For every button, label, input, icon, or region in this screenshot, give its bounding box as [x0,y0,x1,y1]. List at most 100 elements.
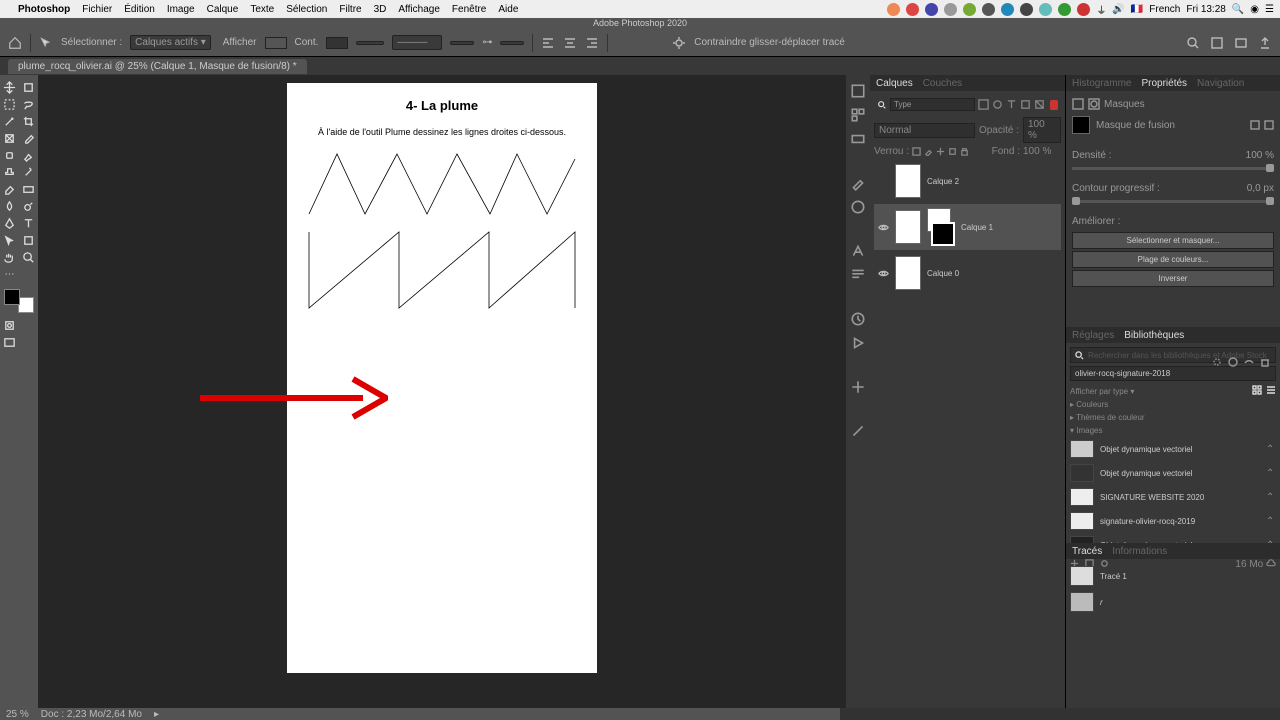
shape-tool[interactable] [19,232,38,249]
dodge-tool[interactable] [19,198,38,215]
status-icon[interactable] [1039,3,1052,16]
w-field[interactable] [450,41,474,45]
lib-current[interactable]: olivier-rocq-signature-2018 [1070,366,1276,381]
status-icon[interactable] [944,3,957,16]
lib-item[interactable]: Objet dynamique vectoriel⌃ [1070,437,1276,461]
lib-item[interactable]: SIGNATURE WEBSITE 2020⌃ [1070,485,1276,509]
history-brush-tool[interactable] [19,164,38,181]
path-item[interactable]: r [1070,589,1276,615]
filter-image-icon[interactable] [978,99,989,110]
vector-mask-icon[interactable] [1088,98,1100,110]
menu-layer[interactable]: Calque [207,4,239,15]
filter-toggle[interactable] [1050,100,1058,110]
filter-smart-icon[interactable] [1034,99,1045,110]
frame-tool[interactable] [0,130,19,147]
density-slider[interactable] [1072,167,1274,170]
swatches-panel-icon[interactable] [850,107,866,123]
notif-icon[interactable]: ☰ [1265,4,1274,15]
search-icon[interactable] [1186,36,1200,50]
tab-bibliotheques[interactable]: Bibliothèques [1124,330,1184,341]
eyedrop-tool[interactable] [19,130,38,147]
tab-histogram[interactable]: Histogramme [1072,78,1131,89]
eye-icon[interactable] [878,268,889,279]
fill-field[interactable]: 100 % [1023,146,1061,157]
tab-channels[interactable]: Couches [923,78,962,89]
lib-group-images[interactable]: ▾ Images [1070,424,1276,437]
opacity-field[interactable]: 100 % [1023,117,1061,143]
path-name[interactable]: Tracé 1 [1100,572,1127,581]
lock-trans-icon[interactable] [912,147,921,156]
align-right-icon[interactable] [585,36,599,50]
blur-tool[interactable] [0,198,19,215]
para-panel-icon[interactable] [850,267,866,283]
move-tool[interactable] [0,79,19,96]
filter-shape-icon[interactable] [1020,99,1031,110]
path-select-tool[interactable] [0,232,19,249]
add-pixel-mask-icon[interactable] [1250,120,1260,130]
tab-info[interactable]: Informations [1112,546,1167,557]
lang-flag[interactable]: 🇫🇷 [1131,4,1143,15]
siri-icon[interactable]: ◉ [1250,4,1259,15]
eye-icon[interactable] [878,222,889,233]
menu-3d[interactable]: 3D [374,4,387,15]
actions-panel-icon[interactable] [850,335,866,351]
zoom-tool[interactable] [19,249,38,266]
document-tab[interactable]: plume_rocq_olivier.ai @ 25% (Calque 1, M… [8,59,307,74]
type-tool[interactable] [19,215,38,232]
invert-button[interactable]: Inverser [1072,270,1274,287]
zoom-value[interactable]: 25 % [6,709,29,720]
apply-mask-icon[interactable] [1228,357,1238,367]
doc-size[interactable]: Doc : 2,23 Mo/2,64 Mo [41,709,142,720]
status-icon[interactable] [1001,3,1014,16]
screen-mode[interactable] [0,334,19,351]
status-icon[interactable] [1058,3,1071,16]
volume-icon[interactable]: 🔊 [1112,4,1124,15]
wand-tool[interactable] [0,113,19,130]
menu-view[interactable]: Affichage [398,4,440,15]
clone-panel-icon[interactable] [850,423,866,439]
layer-name[interactable]: Calque 2 [927,177,959,186]
layer-item[interactable]: Calque 2 [874,160,1061,202]
app-name[interactable]: Photoshop [18,4,70,15]
status-icon[interactable] [906,3,919,16]
history-panel-icon[interactable] [850,311,866,327]
blend-mode[interactable]: Normal [874,123,975,138]
path-select-icon[interactable] [39,36,53,50]
clock[interactable]: Fri 13:28 [1186,4,1225,15]
layer-name[interactable]: Calque 0 [927,269,959,278]
tab-navigation[interactable]: Navigation [1197,78,1244,89]
menu-select[interactable]: Sélection [286,4,327,15]
load-sel-icon[interactable] [1212,357,1222,367]
lib-filter[interactable]: Afficher par type ▾ [1070,385,1134,398]
brush-tool[interactable] [19,147,38,164]
tab-paths[interactable]: Tracés [1072,546,1102,557]
menu-window[interactable]: Fenêtre [452,4,486,15]
select-mask-button[interactable]: Sélectionner et masquer... [1072,232,1274,249]
layer-name[interactable]: Calque 1 [961,223,993,232]
color-panel-icon[interactable] [850,83,866,99]
lock-paint-icon[interactable] [924,147,933,156]
status-icon[interactable] [982,3,995,16]
crop-tool[interactable] [19,113,38,130]
status-icon[interactable] [963,3,976,16]
menu-filter[interactable]: Filtre [339,4,361,15]
status-icon[interactable] [925,3,938,16]
lock-nest-icon[interactable] [948,147,957,156]
artboard-tool[interactable] [19,79,38,96]
quick-mask[interactable] [0,317,19,334]
search-icon[interactable] [877,100,887,110]
feather-slider[interactable] [1072,200,1274,203]
lasso-tool[interactable] [19,96,38,113]
feather-value[interactable]: 0,0 px [1247,183,1274,194]
spotlight-icon[interactable]: 🔍 [1232,4,1244,15]
chevron-up-icon[interactable]: ⌃ [1266,468,1276,478]
tab-reglages[interactable]: Réglages [1072,330,1114,341]
lib-group-colors[interactable]: ▸ Couleurs [1070,398,1276,411]
menu-image[interactable]: Image [167,4,195,15]
lang-label[interactable]: French [1149,4,1180,15]
density-value[interactable]: 100 % [1246,150,1274,161]
status-icon[interactable] [887,3,900,16]
stroke-w[interactable] [356,41,384,45]
link-icon[interactable]: ⊶ [482,37,492,48]
marquee-tool[interactable] [0,96,19,113]
